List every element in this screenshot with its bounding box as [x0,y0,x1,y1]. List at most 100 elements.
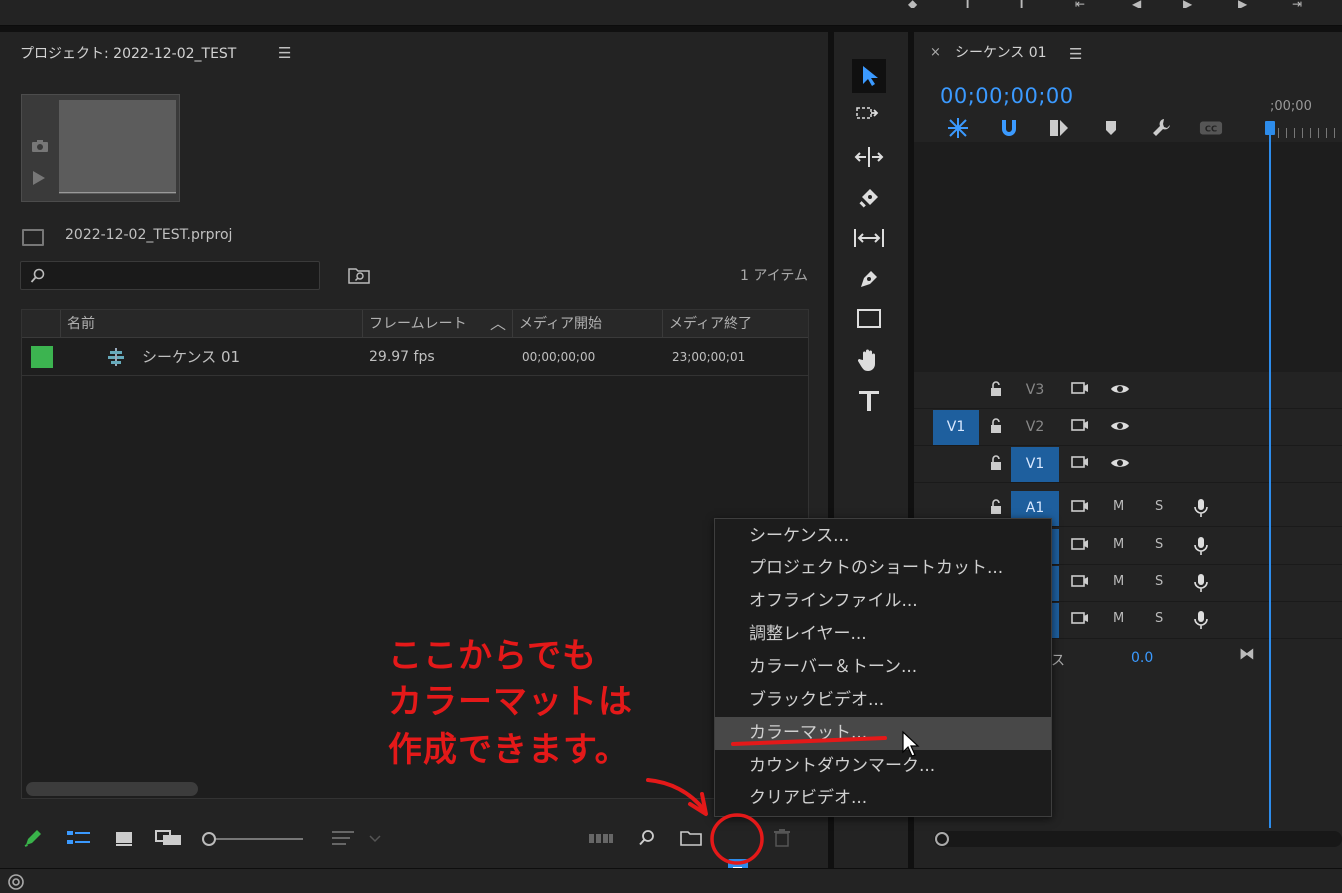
menu-item-sequence[interactable]: シーケンス... [715,520,1051,553]
menu-item-color-matte[interactable]: カラーマット... [715,717,1051,750]
column-header-media-start[interactable]: メディア開始 [512,310,662,338]
track-target-v2[interactable]: V2 [1011,410,1059,445]
video-track-v3[interactable]: V3 [914,372,1342,409]
new-bin-icon[interactable] [680,827,702,849]
pencil-icon[interactable] [22,827,44,849]
ripple-edit-tool[interactable] [852,140,886,174]
source-patch-empty[interactable] [933,447,979,482]
sync-lock-icon[interactable] [1070,610,1090,628]
selection-tool[interactable] [852,59,886,93]
find-icon[interactable] [637,827,657,849]
lock-icon[interactable] [988,417,1004,435]
wrench-icon[interactable] [1150,116,1174,140]
column-header-frame-rate[interactable]: フレームレート ︿ [362,310,512,338]
video-track-v1[interactable]: V1 [914,446,1342,483]
eye-icon[interactable] [1110,417,1130,435]
sync-lock-icon[interactable] [1070,536,1090,554]
sort-icon[interactable] [332,827,382,849]
playhead-timecode[interactable]: 00;00;00;00 [940,84,1074,108]
creative-cloud-icon[interactable] [5,873,27,891]
time-ruler[interactable] [1270,128,1342,138]
in-point-icon[interactable]: ┃ [964,0,978,8]
zoom-slider-track[interactable] [210,838,303,840]
icon-view-icon[interactable] [114,827,134,849]
sync-lock-icon[interactable] [1070,380,1090,398]
microphone-icon[interactable] [1193,498,1209,518]
menu-item-bars-and-tone[interactable]: カラーバー＆トーン... [715,651,1051,684]
source-patch-v3[interactable] [933,373,979,408]
panel-menu-icon[interactable]: ☰ [1069,45,1082,63]
solo-button[interactable]: S [1155,537,1163,552]
freeform-view-icon[interactable] [154,827,184,849]
add-marker-icon[interactable] [1099,116,1123,140]
microphone-icon[interactable] [1193,573,1209,593]
table-row[interactable]: シーケンス 01 29.97 fps 00;00;00;00 23;00;00;… [22,339,808,376]
eye-icon[interactable] [1110,380,1130,398]
type-tool[interactable] [852,383,886,417]
playhead-handle[interactable] [1265,121,1275,135]
master-volume-value[interactable]: 0.0 [1131,650,1153,666]
play-icon[interactable]: ▶ [1183,0,1197,8]
column-header-media-end[interactable]: メディア終了 [662,310,808,338]
video-track-v2[interactable]: V1 V2 [914,409,1342,446]
razor-tool[interactable] [852,180,886,214]
mute-button[interactable]: M [1113,611,1124,626]
mute-button[interactable]: M [1113,499,1124,514]
menu-item-countdown[interactable]: カウントダウンマーク... [715,750,1051,783]
automate-to-sequence-icon[interactable] [588,827,614,849]
solo-button[interactable]: S [1155,499,1163,514]
eye-icon[interactable] [1110,454,1130,472]
menu-item-transparent-video[interactable]: クリアビデオ... [715,782,1051,815]
panel-menu-icon[interactable]: ☰ [278,44,291,62]
sync-lock-icon[interactable] [1070,417,1090,435]
close-tab-icon[interactable]: × [930,45,941,60]
sync-lock-icon[interactable] [1070,573,1090,591]
menu-item-offline-file[interactable]: オフラインファイル... [715,585,1051,618]
zoom-slider-handle[interactable] [202,832,216,846]
lock-icon[interactable] [988,380,1004,398]
sort-ascending-icon[interactable]: ︿ [490,310,506,338]
mute-button[interactable]: M [1113,537,1124,552]
menu-item-adjustment-layer[interactable]: 調整レイヤー... [715,618,1051,651]
hand-tool[interactable] [852,342,886,376]
preview-scrub-bar[interactable] [59,192,176,195]
lock-icon[interactable] [988,454,1004,472]
track-target-v3[interactable]: V3 [1011,373,1059,408]
timeline-zoom-handle[interactable] [935,832,949,846]
search-input[interactable] [20,261,320,290]
menu-item-project-shortcut[interactable]: プロジェクトのショートカット... [715,552,1051,585]
track-target-v1[interactable]: V1 [1011,447,1059,482]
step-forward-icon[interactable]: ▶ [1238,0,1252,8]
slip-tool[interactable] [852,221,886,255]
mute-button[interactable]: M [1113,574,1124,589]
out-point-icon[interactable]: ┃ [1018,0,1032,8]
sync-lock-icon[interactable] [1070,454,1090,472]
play-icon[interactable] [33,171,45,185]
step-back-icon[interactable]: ◀ [1132,0,1146,8]
camera-icon[interactable] [31,139,49,153]
nest-toggle-icon[interactable] [946,116,970,140]
timeline-zoom-scrollbar[interactable] [934,831,1342,847]
go-to-end-icon[interactable]: ⧓ [1239,644,1255,663]
source-patch-v1[interactable]: V1 [933,410,979,445]
trash-icon[interactable] [772,827,792,849]
pen-tool[interactable] [852,261,886,295]
new-bin-from-search-icon[interactable] [348,266,370,284]
lock-icon[interactable] [988,498,1004,516]
list-view-icon[interactable] [66,827,92,849]
microphone-icon[interactable] [1193,610,1209,630]
track-select-tool[interactable] [852,99,886,133]
label-color-swatch[interactable] [31,346,53,368]
playhead-line[interactable] [1269,128,1271,828]
solo-button[interactable]: S [1155,574,1163,589]
microphone-icon[interactable] [1193,536,1209,556]
sync-lock-icon[interactable] [1070,498,1090,516]
linked-selection-icon[interactable] [1047,116,1071,140]
solo-button[interactable]: S [1155,611,1163,626]
rectangle-tool[interactable] [852,302,886,336]
marker-icon[interactable]: ◆ [908,0,922,8]
go-to-in-icon[interactable]: ⇤ [1075,0,1089,8]
go-to-out-icon[interactable]: ⇥ [1292,0,1306,8]
menu-item-black-video[interactable]: ブラックビデオ... [715,684,1051,717]
horizontal-scrollbar[interactable] [26,782,198,796]
